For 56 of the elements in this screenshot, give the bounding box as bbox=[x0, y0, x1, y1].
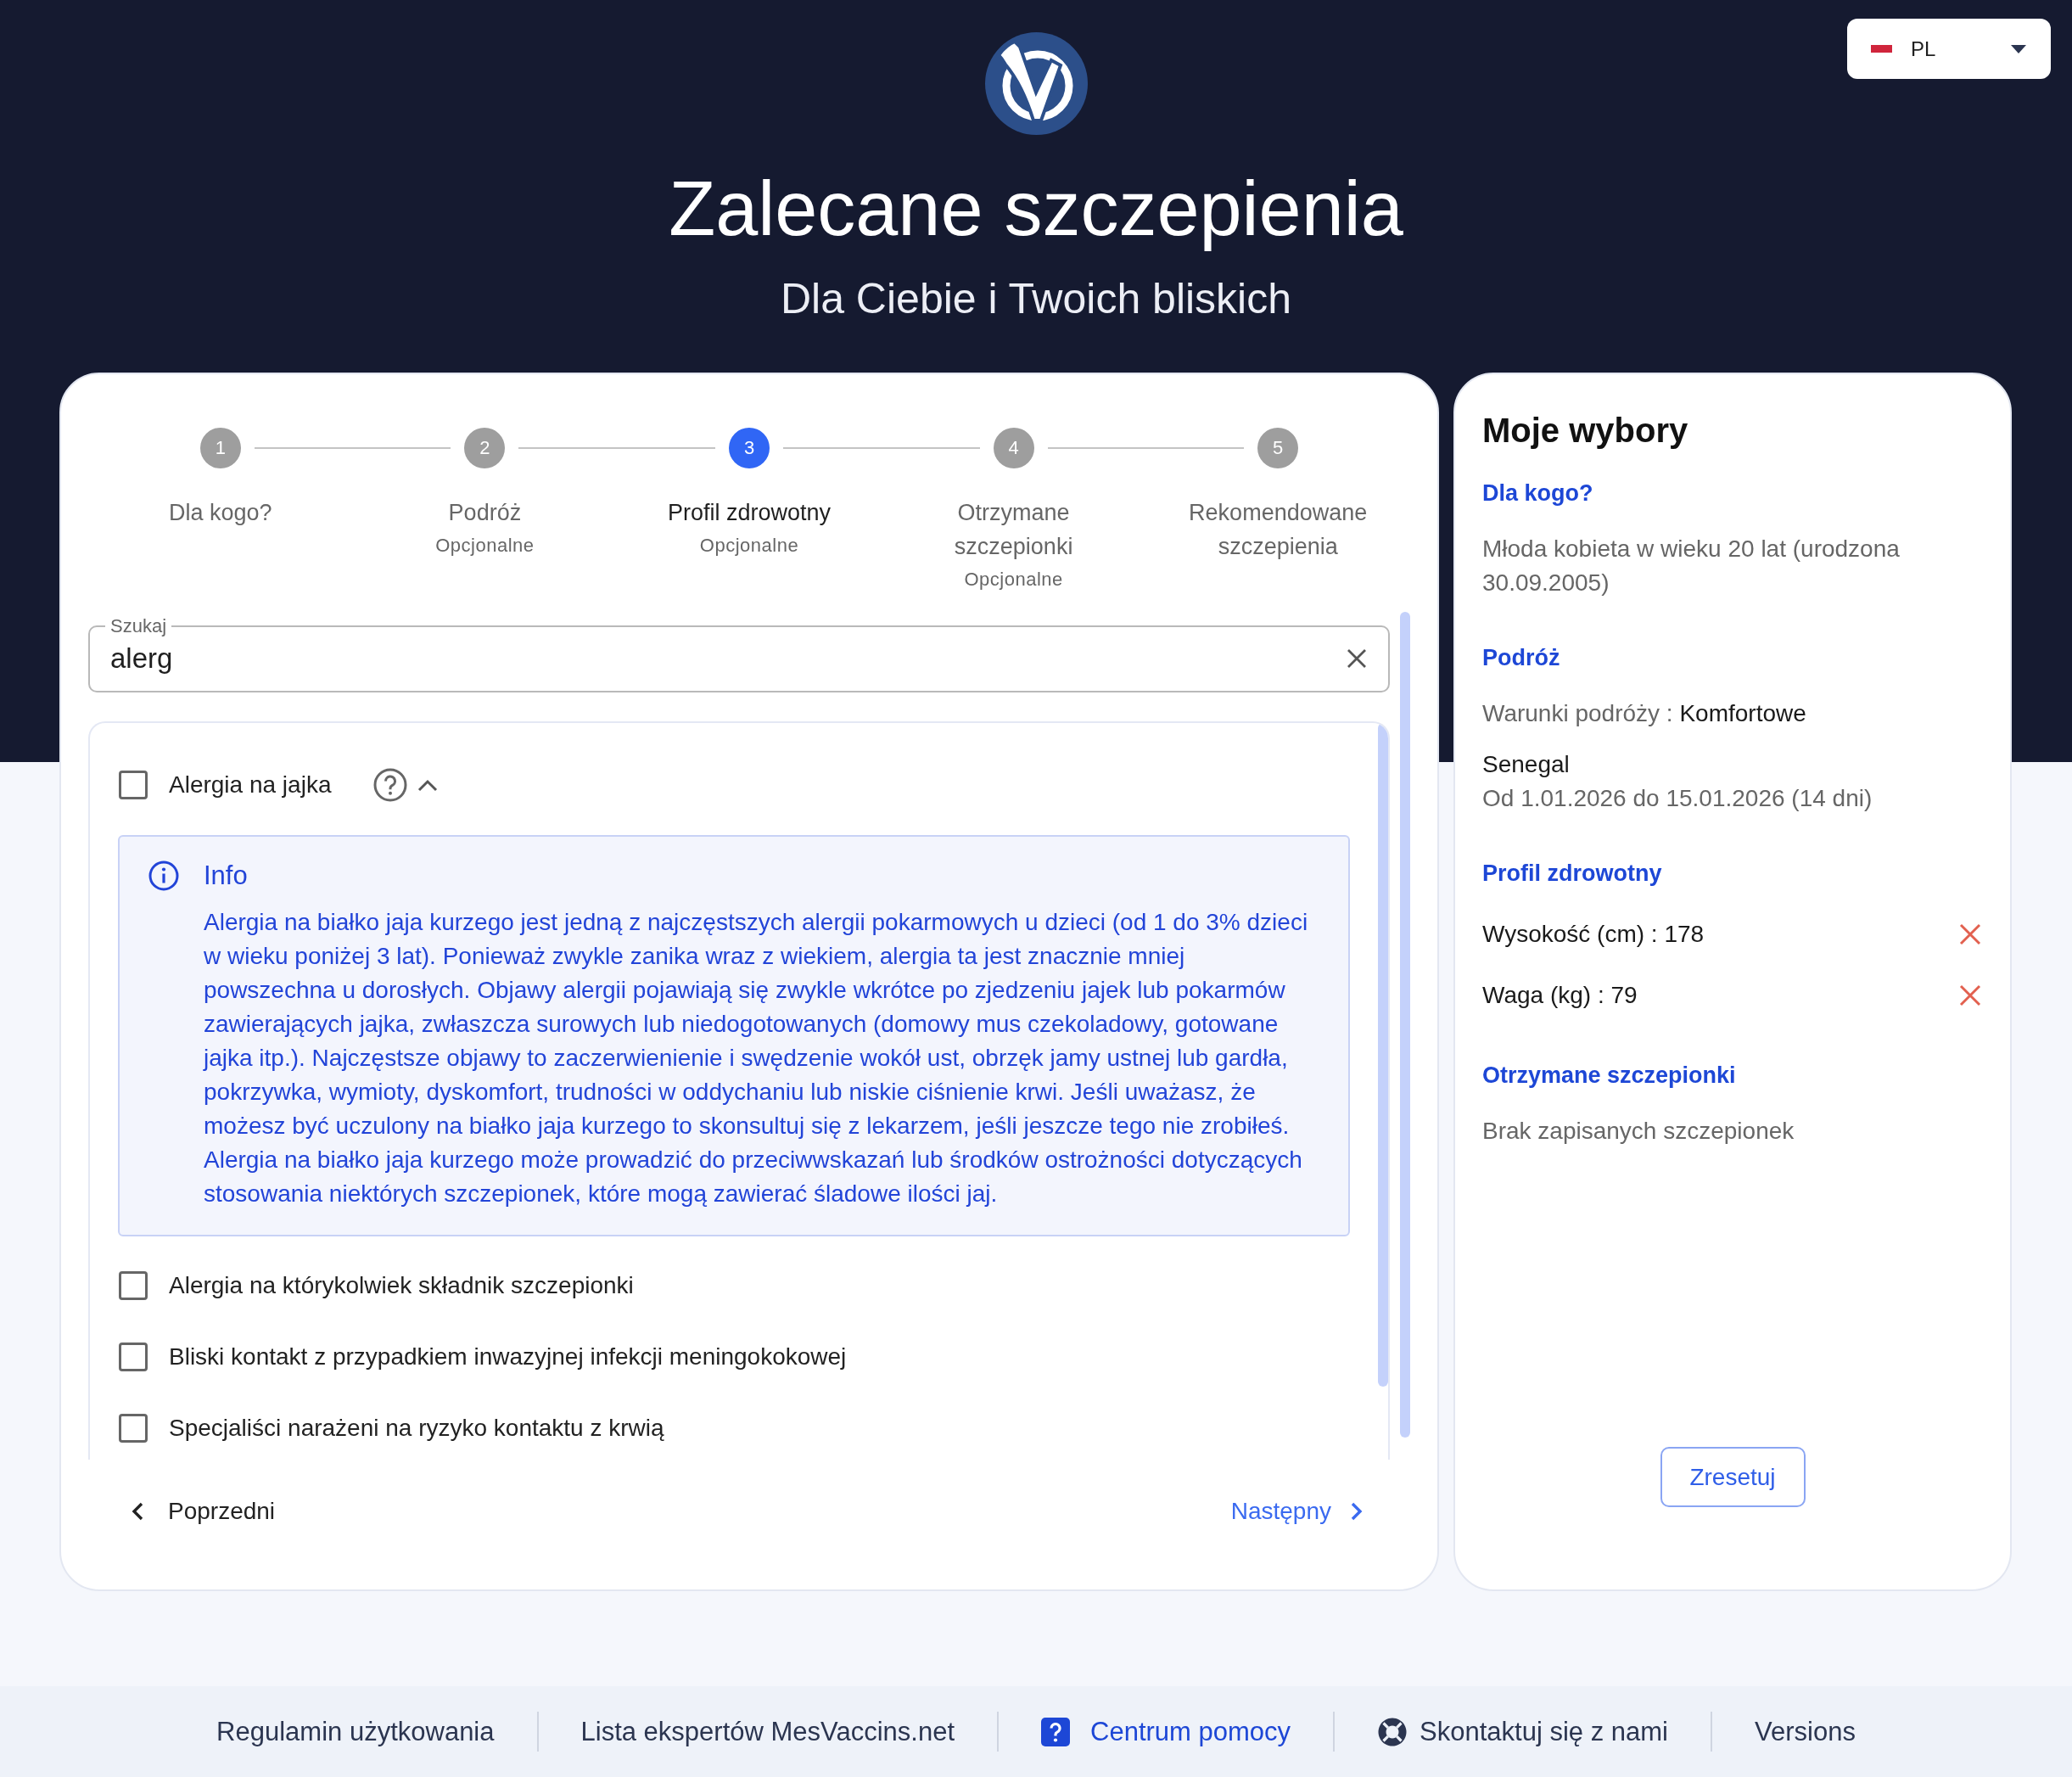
step-sublabel: Opcjonalne bbox=[435, 534, 535, 558]
checkbox[interactable] bbox=[119, 771, 148, 799]
scrollbar-thumb[interactable] bbox=[1400, 612, 1410, 1438]
next-button[interactable]: Następny bbox=[1220, 1489, 1375, 1533]
logo-icon bbox=[984, 32, 1088, 135]
info-text: Alergia na białko jaja kurzego jest jedną z najczęstszych alergii pokarmowych u dzieci (od 1 do 3% dzieci w wieku poniżej 3 lat). Ponieważ zwykle zanika wraz z wiekiem, alergia ta jest znacznie mniej powszechna u dorosłych. Objawy alergii pojawiają się zwykle wkrótce po zjedzeniu jajek lub pokarmów zawierających jajka, zwłaszcza surowych lub niedogotowanych (domowy mus czekoladowy, gotowane jajka itp.). Najczęstsze objawy to zaczerwienienie i swędzenie wokół ust, obrzęk jamy ustnej lub gardła, pokrzywka, wymioty, dyskomfort, trudności w oddychaniu lub niskie ciśnienie krwi. Jeśli uważasz, że możesz być uczulony na białko jaja kurzego to skonsultuj się z lekarzem, jeśli jeszcze tego nie zrobiłeś. Alergia na białko jaja kurzego może prowadzić do przeciwwskazań lub środków ostrożności dotyczących stosowania niektórych szczepionek, które mogą zawierać śladowe ilości jaj. bbox=[204, 908, 1309, 1208]
previous-button[interactable]: Poprzedni bbox=[119, 1489, 286, 1533]
step-label: Dla kogo? bbox=[169, 499, 272, 527]
flag-icon bbox=[1871, 45, 1892, 53]
caret-icon bbox=[2011, 44, 2026, 53]
section-heading: Profil zdrowotny bbox=[1482, 860, 1663, 888]
step-label: Podróż bbox=[448, 499, 522, 527]
step-sublabel: Opcjonalne bbox=[699, 534, 799, 558]
close-icon[interactable] bbox=[1959, 923, 1981, 945]
footer-link[interactable]: Lista ekspertów MesVaccins.net bbox=[580, 1716, 955, 1747]
date-range: Od 1.01.2026 do 15.01.2026 (14 dni) bbox=[1482, 784, 1873, 813]
page-subtitle: Dla Ciebie i Twoich bliskich bbox=[780, 274, 1292, 324]
section-heading: Otrzymane szczepionki bbox=[1482, 1062, 1737, 1090]
help-icon bbox=[1041, 1717, 1071, 1746]
summary-title: Moje wybory bbox=[1482, 411, 1689, 451]
language-selector[interactable]: PL bbox=[1847, 19, 2051, 79]
condition-label[interactable]: Specjaliści narażeni na ryzyko kontaktu z krwią bbox=[169, 1415, 664, 1442]
checkbox[interactable] bbox=[119, 1271, 148, 1300]
info-icon bbox=[148, 860, 179, 891]
page-title: Zalecane szczepienia bbox=[669, 165, 1403, 253]
condition-label[interactable]: Alergia na którykolwiek składnik szczepionki bbox=[169, 1272, 634, 1299]
step-label: Rekomendowane szczepienia bbox=[1188, 499, 1369, 561]
lifebuoy-icon bbox=[1377, 1716, 1408, 1747]
field-value: Komfortowe bbox=[1679, 700, 1806, 726]
footer-link[interactable]: Skontaktuj się z nami bbox=[1377, 1716, 1668, 1747]
info-title: Info bbox=[204, 860, 248, 892]
footer-link[interactable]: Centrum pomocy bbox=[1041, 1716, 1291, 1747]
footer-link[interactable]: Versions bbox=[1755, 1716, 1856, 1747]
section-heading: Dla kogo? bbox=[1482, 479, 1594, 507]
checkbox[interactable] bbox=[119, 1414, 148, 1443]
condition-label[interactable]: Alergia na jajka bbox=[169, 771, 332, 799]
condition-label[interactable]: Bliski kontakt z przypadkiem inwazyjnej infekcji meningokokowej bbox=[169, 1343, 847, 1371]
chevron-up-icon[interactable] bbox=[417, 778, 439, 792]
checkbox[interactable] bbox=[119, 1343, 148, 1371]
close-icon[interactable] bbox=[1347, 648, 1367, 669]
footer-link[interactable]: Regulamin użytkowania bbox=[216, 1716, 495, 1747]
reset-button[interactable]: Zresetuj bbox=[1660, 1447, 1806, 1507]
summary-note: Młoda kobieta w wieku 20 lat (urodzona 30.09.2005) bbox=[1482, 535, 1901, 597]
step-sublabel: Opcjonalne bbox=[964, 568, 1063, 591]
summary-value: Wysokość (cm) : 178 bbox=[1482, 921, 1705, 948]
summary-value: Waga (kg) : 79 bbox=[1482, 982, 1638, 1009]
scrollbar-thumb[interactable] bbox=[1378, 723, 1388, 1387]
summary-note: Brak zapisanych szczepionek bbox=[1482, 1117, 1795, 1146]
section-heading: Podróż bbox=[1482, 644, 1561, 672]
destination-name: Senegal bbox=[1482, 750, 1570, 779]
step-number[interactable]: 3 bbox=[729, 428, 770, 468]
step-label: Profil zdrowotny bbox=[667, 499, 832, 527]
help-icon[interactable] bbox=[373, 768, 408, 802]
step-label: Otrzymane szczepionki bbox=[953, 499, 1074, 561]
field-label: Warunki podróży : bbox=[1482, 700, 1673, 726]
close-icon[interactable] bbox=[1959, 984, 1981, 1006]
